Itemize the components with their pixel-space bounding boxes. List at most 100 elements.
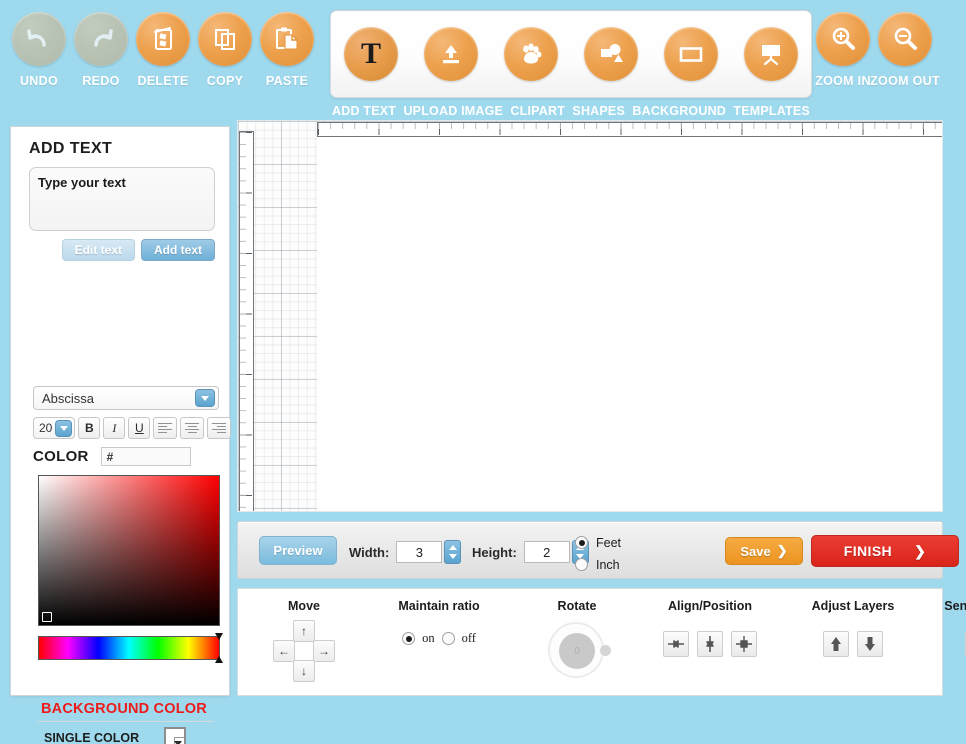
tool-shapes[interactable]	[571, 27, 651, 81]
align-center-icon	[185, 421, 200, 435]
arrow-up-icon	[831, 637, 841, 651]
move-right-button[interactable]: →	[313, 640, 335, 662]
text-input[interactable]	[29, 167, 215, 231]
tool-upload-image[interactable]	[411, 27, 491, 81]
delete-button[interactable]: DELETE	[132, 12, 194, 88]
maintain-ratio-tool: Maintain ratio on off	[356, 599, 522, 646]
unit-option-feet[interactable]: Feet	[575, 534, 621, 551]
color-hex-input[interactable]: #	[100, 447, 191, 466]
tool-label-shapes[interactable]: SHAPES	[572, 104, 625, 118]
align-buttons	[632, 631, 788, 657]
redo-icon	[74, 12, 128, 66]
width-stepper[interactable]	[444, 540, 462, 564]
move-caption: Move	[288, 599, 320, 613]
redo-button[interactable]: REDO	[70, 12, 132, 88]
tool-label-templates[interactable]: TEMPLATES	[733, 104, 810, 118]
align-caption: Align/Position	[667, 599, 753, 613]
font-family-select[interactable]: Abscissa	[33, 386, 219, 410]
move-tool: Move ↑ ← → ↓	[252, 599, 356, 682]
tool-label-add-text[interactable]: ADD TEXT	[332, 104, 396, 118]
align-horizontal-center-icon	[668, 640, 684, 648]
picker-cursor-icon	[42, 612, 52, 622]
canvas-paper[interactable]	[317, 131, 942, 511]
bold-glyph: B	[85, 421, 94, 435]
align-vertical-center-button[interactable]	[697, 631, 723, 657]
layers-caption: Adjust Layers	[811, 599, 895, 613]
align-center-both-button[interactable]	[731, 631, 757, 657]
align-right-button[interactable]	[207, 417, 232, 439]
align-vertical-center-icon	[706, 636, 714, 652]
align-position-tool: Align/Position	[632, 599, 788, 657]
undo-icon	[12, 12, 66, 66]
align-left-button[interactable]	[153, 417, 178, 439]
copy-button[interactable]: COPY	[194, 12, 256, 88]
single-color-swatch[interactable]	[164, 727, 186, 744]
rotate-dial[interactable]: 0	[546, 620, 611, 682]
design-editor-app: UNDO REDO DELETE COPY PASTE T ADD TEXT U…	[0, 0, 966, 744]
paw-print-icon	[504, 27, 558, 81]
top-toolbar: UNDO REDO DELETE COPY PASTE T ADD TEXT U…	[0, 0, 966, 122]
saturation-value-picker[interactable]	[38, 475, 220, 626]
delete-label: DELETE	[137, 74, 189, 88]
paste-button[interactable]: PASTE	[256, 12, 318, 88]
primary-tools-panel: T	[330, 10, 812, 98]
paste-label: PASTE	[265, 74, 309, 88]
hue-marker-icon	[215, 633, 224, 663]
tool-clipart[interactable]	[491, 27, 571, 81]
radio-ratio-off-icon[interactable]	[441, 632, 455, 645]
rotate-handle[interactable]	[600, 645, 611, 656]
save-button[interactable]: Save ❯	[725, 537, 803, 565]
align-center-button[interactable]	[180, 417, 205, 439]
tool-background[interactable]	[651, 27, 731, 81]
paste-icon	[260, 12, 314, 66]
ratio-off-label: off	[461, 631, 476, 645]
unit-option-inch[interactable]: Inch	[575, 556, 621, 573]
zoom-actions-group: ZOOM IN ZOOM OUT	[812, 12, 940, 88]
move-up-button[interactable]: ↑	[293, 620, 315, 642]
height-label: Height:	[472, 544, 517, 560]
text-t-icon: T	[344, 27, 398, 81]
text-format-toolbar: 20 B I U	[33, 417, 232, 439]
undo-button[interactable]: UNDO	[8, 12, 70, 88]
layer-send-backward-button[interactable]	[857, 631, 883, 657]
underline-button[interactable]: U	[128, 417, 151, 439]
move-dpad: ↑ ← → ↓	[273, 620, 335, 682]
maintain-ratio-caption: Maintain ratio	[398, 599, 480, 613]
layer-bring-forward-button[interactable]	[823, 631, 849, 657]
unit-feet-label: Feet	[596, 535, 622, 550]
color-row: COLOR #	[33, 447, 191, 466]
object-tools-bar: Move ↑ ← → ↓ Maintain ratio on off Rotat…	[237, 588, 966, 696]
edit-text-button[interactable]: Edit text	[61, 239, 135, 261]
easel-icon	[744, 27, 798, 81]
italic-glyph: I	[112, 420, 117, 435]
move-left-button[interactable]: ←	[273, 640, 295, 662]
width-input[interactable]: 3	[396, 541, 443, 563]
tool-templates[interactable]	[731, 27, 811, 81]
italic-button[interactable]: I	[103, 417, 126, 439]
rotate-value[interactable]: 0	[559, 633, 595, 669]
align-horizontal-center-button[interactable]	[663, 631, 689, 657]
tool-label-clipart[interactable]: CLIPART	[510, 104, 565, 118]
add-text-button[interactable]: Add text	[141, 239, 215, 261]
zoom-in-button[interactable]: ZOOM IN	[812, 12, 874, 88]
radio-ratio-on-icon[interactable]	[402, 632, 416, 645]
preview-button[interactable]: Preview	[259, 536, 337, 565]
bold-button[interactable]: B	[78, 417, 101, 439]
zoom-out-button[interactable]: ZOOM OUT	[870, 12, 940, 88]
design-canvas[interactable]	[237, 120, 943, 512]
tool-add-text[interactable]: T	[331, 27, 411, 81]
radio-feet-icon[interactable]	[575, 536, 588, 549]
move-down-button[interactable]: ↓	[293, 660, 315, 682]
tool-label-upload-image[interactable]: UPLOAD IMAGE	[403, 104, 503, 118]
align-right-icon	[212, 421, 227, 435]
finish-button[interactable]: FINISH ❯	[811, 535, 959, 567]
radio-inch-icon[interactable]	[575, 558, 588, 571]
arrow-down-icon	[865, 637, 875, 651]
underline-glyph: U	[135, 421, 144, 435]
tool-label-background[interactable]: BACKGROUND	[632, 104, 726, 118]
font-size-select[interactable]: 20	[33, 417, 76, 439]
hue-slider[interactable]	[38, 633, 223, 663]
height-input[interactable]: 2	[523, 541, 570, 563]
unit-inch-label: Inch	[596, 557, 620, 572]
chevron-down-icon	[195, 389, 215, 407]
